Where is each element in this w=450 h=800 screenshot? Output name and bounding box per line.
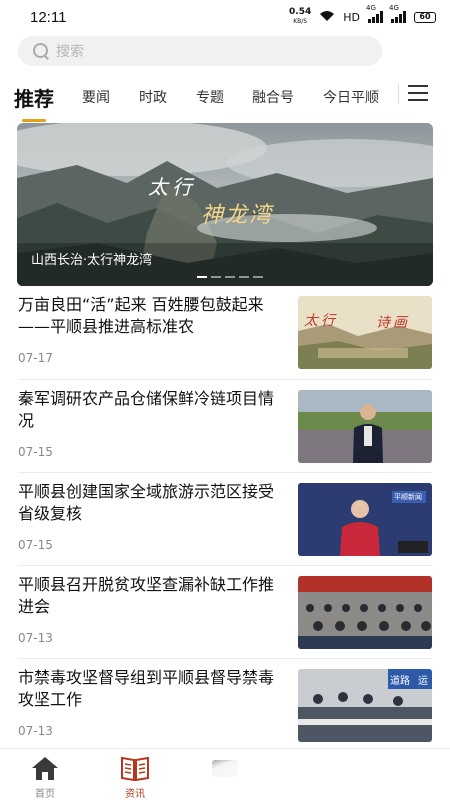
search-placeholder: 搜索 — [56, 44, 84, 60]
search-input[interactable]: 搜索 — [18, 36, 382, 66]
news-date: 07-13 — [18, 631, 53, 645]
thumbnail-text: 诗画 — [376, 315, 410, 331]
nav-home-label: 首页 — [35, 789, 55, 800]
news-list: 万亩良田“活”起来 百姓腰包鼓起来 ——平顺县推进高标准农 07-17 太行 诗… — [0, 286, 450, 752]
news-date: 07-15 — [18, 445, 53, 459]
tab-topics[interactable]: 专题 — [196, 87, 224, 107]
signal-1-icon: 4G — [366, 4, 383, 23]
news-thumbnail — [298, 390, 432, 463]
thumbnail-text: 太行 — [304, 313, 338, 329]
news-title: 秦军调研农产品仓储保鲜冷链项目情况 — [18, 389, 275, 430]
news-thumbnail: 平顺新闻 — [298, 483, 432, 556]
news-item[interactable]: 市禁毒攻坚督导组到平顺县督导禁毒攻坚工作 07-13 道路 运 — [18, 659, 432, 752]
news-item[interactable]: 平顺县创建国家全域旅游示范区接受省级复核 07-15 平顺新闻 — [18, 473, 432, 566]
tab-politics[interactable]: 时政 — [139, 87, 167, 107]
banner-caption: 山西长治·太行神龙湾 — [31, 253, 153, 268]
signal-2-label: 4G — [389, 4, 399, 12]
news-item[interactable]: 秦军调研农产品仓储保鲜冷链项目情况 07-15 — [18, 380, 432, 473]
news-date: 07-15 — [18, 538, 53, 552]
channel-menu-icon[interactable] — [408, 85, 428, 101]
banner-image-subtitle: 神龙湾 — [201, 203, 274, 228]
active-tab-indicator — [22, 119, 46, 122]
tab-today-pingshun[interactable]: 今日平顺 — [323, 87, 379, 107]
battery-icon: 60 — [414, 11, 436, 23]
thumbnail-text: 运 — [418, 676, 428, 687]
news-item[interactable]: 万亩良田“活”起来 百姓腰包鼓起来 ——平顺县推进高标准农 07-17 太行 诗… — [18, 286, 432, 380]
signal-1-label: 4G — [366, 4, 376, 12]
network-speed-value: 0.54 — [289, 7, 312, 17]
news-thumbnail: 道路 运 — [298, 669, 432, 742]
tab-recommend[interactable]: 推荐 — [14, 83, 54, 122]
tab-headlines[interactable]: 要闻 — [82, 87, 110, 107]
news-item[interactable]: 平顺县召开脱贫攻坚查漏补缺工作推进会 07-13 — [18, 566, 432, 659]
news-date: 07-13 — [18, 724, 53, 738]
news-date: 07-17 — [18, 351, 53, 365]
network-speed-unit: KB/S — [293, 18, 308, 25]
tab-label: 推荐 — [14, 87, 54, 111]
news-thumbnail — [298, 576, 432, 649]
nav-home[interactable]: 首页 — [0, 749, 90, 800]
wifi-icon — [319, 10, 335, 25]
featured-banner[interactable]: 太行 神龙湾 山西长治·太行神龙湾 — [17, 123, 433, 286]
home-icon — [30, 755, 60, 781]
thumbnail-text: 平顺新闻 — [394, 493, 422, 501]
carousel-indicator — [197, 276, 263, 278]
book-icon — [120, 755, 150, 782]
news-title: 平顺县创建国家全域旅游示范区接受省级复核 — [18, 482, 275, 523]
status-bar: 12:11 0.54 KB/S HD 4G 4G 60 — [0, 0, 450, 34]
signal-2-icon: 4G — [389, 4, 406, 23]
thumbnail-text: 道路 — [390, 676, 410, 687]
news-title: 市禁毒攻坚督导组到平顺县督导禁毒攻坚工作 — [18, 668, 275, 709]
banner-image-title: 太行 — [148, 175, 196, 199]
hd-label: HD — [343, 10, 360, 24]
tab-divider — [398, 84, 399, 104]
news-title: 万亩良田“活”起来 百姓腰包鼓起来 ——平顺县推进高标准农 — [18, 295, 264, 336]
search-icon — [32, 42, 50, 60]
status-time: 12:11 — [30, 8, 67, 26]
news-title: 平顺县召开脱贫攻坚查漏补缺工作推进会 — [18, 575, 275, 616]
status-indicators: 0.54 KB/S HD 4G 4G 60 — [289, 4, 436, 26]
news-thumbnail: 太行 诗画 — [298, 296, 432, 369]
nav-news-label: 资讯 — [125, 789, 145, 800]
tab-media[interactable]: 融合号 — [252, 87, 294, 107]
nav-news[interactable]: 资讯 — [90, 749, 180, 800]
gesture-overlay — [200, 754, 350, 794]
channel-tabs: 推荐 要闻 时政 专题 融合号 今日平顺 — [0, 76, 450, 122]
network-speed: 0.54 KB/S — [289, 8, 311, 26]
